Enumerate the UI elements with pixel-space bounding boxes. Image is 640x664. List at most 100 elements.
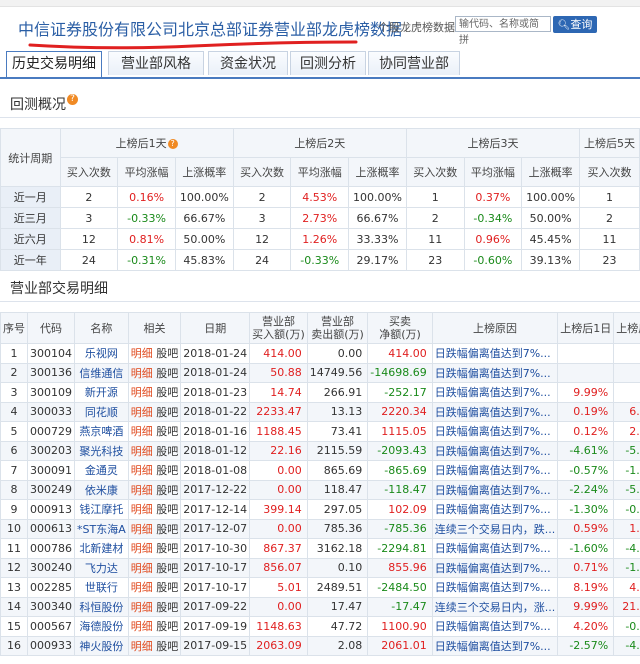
row-number: 6 <box>0 440 28 461</box>
table-row: 14 300340 科恒股份 明细 股吧 2017-09-22 0.00 17.47 -17.… <box>0 596 640 617</box>
stock-name-link[interactable]: 飞力达 <box>74 557 129 578</box>
stock-name-link[interactable]: 北新建材 <box>74 538 129 559</box>
sell-amount: 3162.18 <box>306 538 369 559</box>
help-icon[interactable]: ? <box>167 139 178 149</box>
backtest-row: 近三月 3 -0.33% 66.67% 3 2.73% 66.67% 2 -0.34% 50.00… <box>0 207 640 229</box>
stock-name-link[interactable]: 神火股份 <box>74 635 129 656</box>
detail-link[interactable]: 明细 <box>131 445 153 458</box>
stock-forum-link[interactable]: 股吧 <box>156 562 178 575</box>
stock-code-link[interactable]: 300033 <box>27 401 75 422</box>
stock-code-link[interactable]: 000613 <box>27 518 75 539</box>
stock-code-link[interactable]: 000913 <box>27 499 75 520</box>
sell-amount: 266.91 <box>306 382 369 403</box>
related-links: 明细 股吧 <box>127 460 182 481</box>
stock-code-link[interactable]: 300109 <box>27 382 75 403</box>
stock-name-link[interactable]: 钱江摩托 <box>74 499 129 520</box>
tab-funds[interactable]: 资金状况 <box>208 51 288 75</box>
detail-link[interactable]: 明细 <box>131 640 153 653</box>
net-amount: 1115.05 <box>367 421 433 442</box>
related-links: 明细 股吧 <box>127 440 182 461</box>
stock-forum-link[interactable]: 股吧 <box>156 581 178 594</box>
stock-name-link[interactable]: 新开源 <box>74 382 129 403</box>
sell-amount: 14749.56 <box>306 362 369 383</box>
stock-name-link[interactable]: 乐视网 <box>74 343 129 364</box>
stock-forum-link[interactable]: 股吧 <box>156 503 178 516</box>
stock-name-link[interactable]: 同花顺 <box>74 401 129 422</box>
stock-code-link[interactable]: 000786 <box>27 538 75 559</box>
stock-code-link[interactable]: 000933 <box>27 635 75 656</box>
stock-name-link[interactable]: *ST东海A <box>74 518 129 539</box>
help-icon[interactable]: ? <box>67 94 78 105</box>
reason-cell: 日跌幅偏离值达到7%... <box>431 343 559 364</box>
stock-forum-link[interactable]: 股吧 <box>156 620 178 633</box>
stock-code-link[interactable]: 300203 <box>27 440 75 461</box>
detail-link[interactable]: 明细 <box>131 503 153 516</box>
stock-code-link[interactable]: 300249 <box>27 479 75 500</box>
stock-name-link[interactable]: 聚光科技 <box>74 440 129 461</box>
stock-name-link[interactable]: 世联行 <box>74 577 129 598</box>
detail-link[interactable]: 明细 <box>131 542 153 555</box>
stock-forum-link[interactable]: 股吧 <box>156 523 178 536</box>
stock-forum-link[interactable]: 股吧 <box>156 367 178 380</box>
buy-amount: 14.74 <box>249 382 308 403</box>
stock-forum-link[interactable]: 股吧 <box>156 542 178 555</box>
stock-code-link[interactable]: 000567 <box>27 616 75 637</box>
tab-backtest[interactable]: 回测分析 <box>290 51 366 75</box>
date-cell: 2018-01-24 <box>180 343 251 364</box>
search-button[interactable]: 🔍︎查询 <box>553 16 597 33</box>
related-links: 明细 股吧 <box>127 382 182 403</box>
stock-forum-link[interactable]: 股吧 <box>156 601 178 614</box>
backtest-cell: 66.67% <box>174 207 234 229</box>
stock-code-link[interactable]: 300240 <box>27 557 75 578</box>
detail-link[interactable]: 明细 <box>131 367 153 380</box>
related-links: 明细 股吧 <box>127 518 182 539</box>
stock-name-link[interactable]: 金通灵 <box>74 460 129 481</box>
stock-code-link[interactable]: 300136 <box>27 362 75 383</box>
search-input[interactable]: 输代码、名称或简拼 <box>455 16 551 46</box>
day2-change <box>613 362 640 383</box>
detail-link[interactable]: 明细 <box>131 484 153 497</box>
stock-name-link[interactable]: 燕京啤酒 <box>74 421 129 442</box>
trades-header: 日期 <box>180 312 251 344</box>
backtest-cell: 12 <box>59 228 119 250</box>
detail-link[interactable]: 明细 <box>131 620 153 633</box>
detail-link[interactable]: 明细 <box>131 581 153 594</box>
stock-name-link[interactable]: 科恒股份 <box>74 596 129 617</box>
stock-forum-link[interactable]: 股吧 <box>156 445 178 458</box>
stock-forum-link[interactable]: 股吧 <box>156 406 178 419</box>
tab-style[interactable]: 营业部风格 <box>108 51 204 75</box>
stock-name-link[interactable]: 信维通信 <box>74 362 129 383</box>
period-cell: 近六月 <box>0 228 61 250</box>
backtest-cell: 4.53% <box>290 186 350 208</box>
tab-cooperation[interactable]: 协同营业部 <box>368 51 460 75</box>
stock-name-link[interactable]: 依米康 <box>74 479 129 500</box>
stock-forum-link[interactable]: 股吧 <box>156 386 178 399</box>
detail-link[interactable]: 明细 <box>131 347 153 360</box>
detail-link[interactable]: 明细 <box>131 601 153 614</box>
detail-link[interactable]: 明细 <box>131 425 153 438</box>
detail-link[interactable]: 明细 <box>131 464 153 477</box>
stock-code-link[interactable]: 000729 <box>27 421 75 442</box>
stock-forum-link[interactable]: 股吧 <box>156 425 178 438</box>
stock-code-link[interactable]: 300091 <box>27 460 75 481</box>
detail-link[interactable]: 明细 <box>131 406 153 419</box>
stock-forum-link[interactable]: 股吧 <box>156 640 178 653</box>
detail-link[interactable]: 明细 <box>131 523 153 536</box>
net-amount: 414.00 <box>367 343 433 364</box>
table-row: 15 000567 海德股份 明细 股吧 2017-09-19 1148.63 47.72 1… <box>0 616 640 637</box>
reason-cell: 日跌幅偏离值达到7%... <box>431 440 559 461</box>
detail-link[interactable]: 明细 <box>131 562 153 575</box>
stock-forum-link[interactable]: 股吧 <box>156 464 178 477</box>
stock-forum-link[interactable]: 股吧 <box>156 347 178 360</box>
tab-history[interactable]: 历史交易明细 <box>6 51 102 77</box>
group-header-3: 上榜后3天 <box>405 128 581 158</box>
trades-table: 序号 代码 名称 相关 日期 营业部 买入额(万) 营业部 卖出额(万) 买卖 净额(万) 上榜原因上… <box>0 312 640 656</box>
stock-forum-link[interactable]: 股吧 <box>156 484 178 497</box>
day2-change: -1.15% <box>613 460 640 481</box>
stock-name-link[interactable]: 海德股份 <box>74 616 129 637</box>
stock-code-link[interactable]: 002285 <box>27 577 75 598</box>
stock-code-link[interactable]: 300104 <box>27 343 75 364</box>
detail-link[interactable]: 明细 <box>131 386 153 399</box>
sell-amount: 2115.59 <box>306 440 369 461</box>
stock-code-link[interactable]: 300340 <box>27 596 75 617</box>
